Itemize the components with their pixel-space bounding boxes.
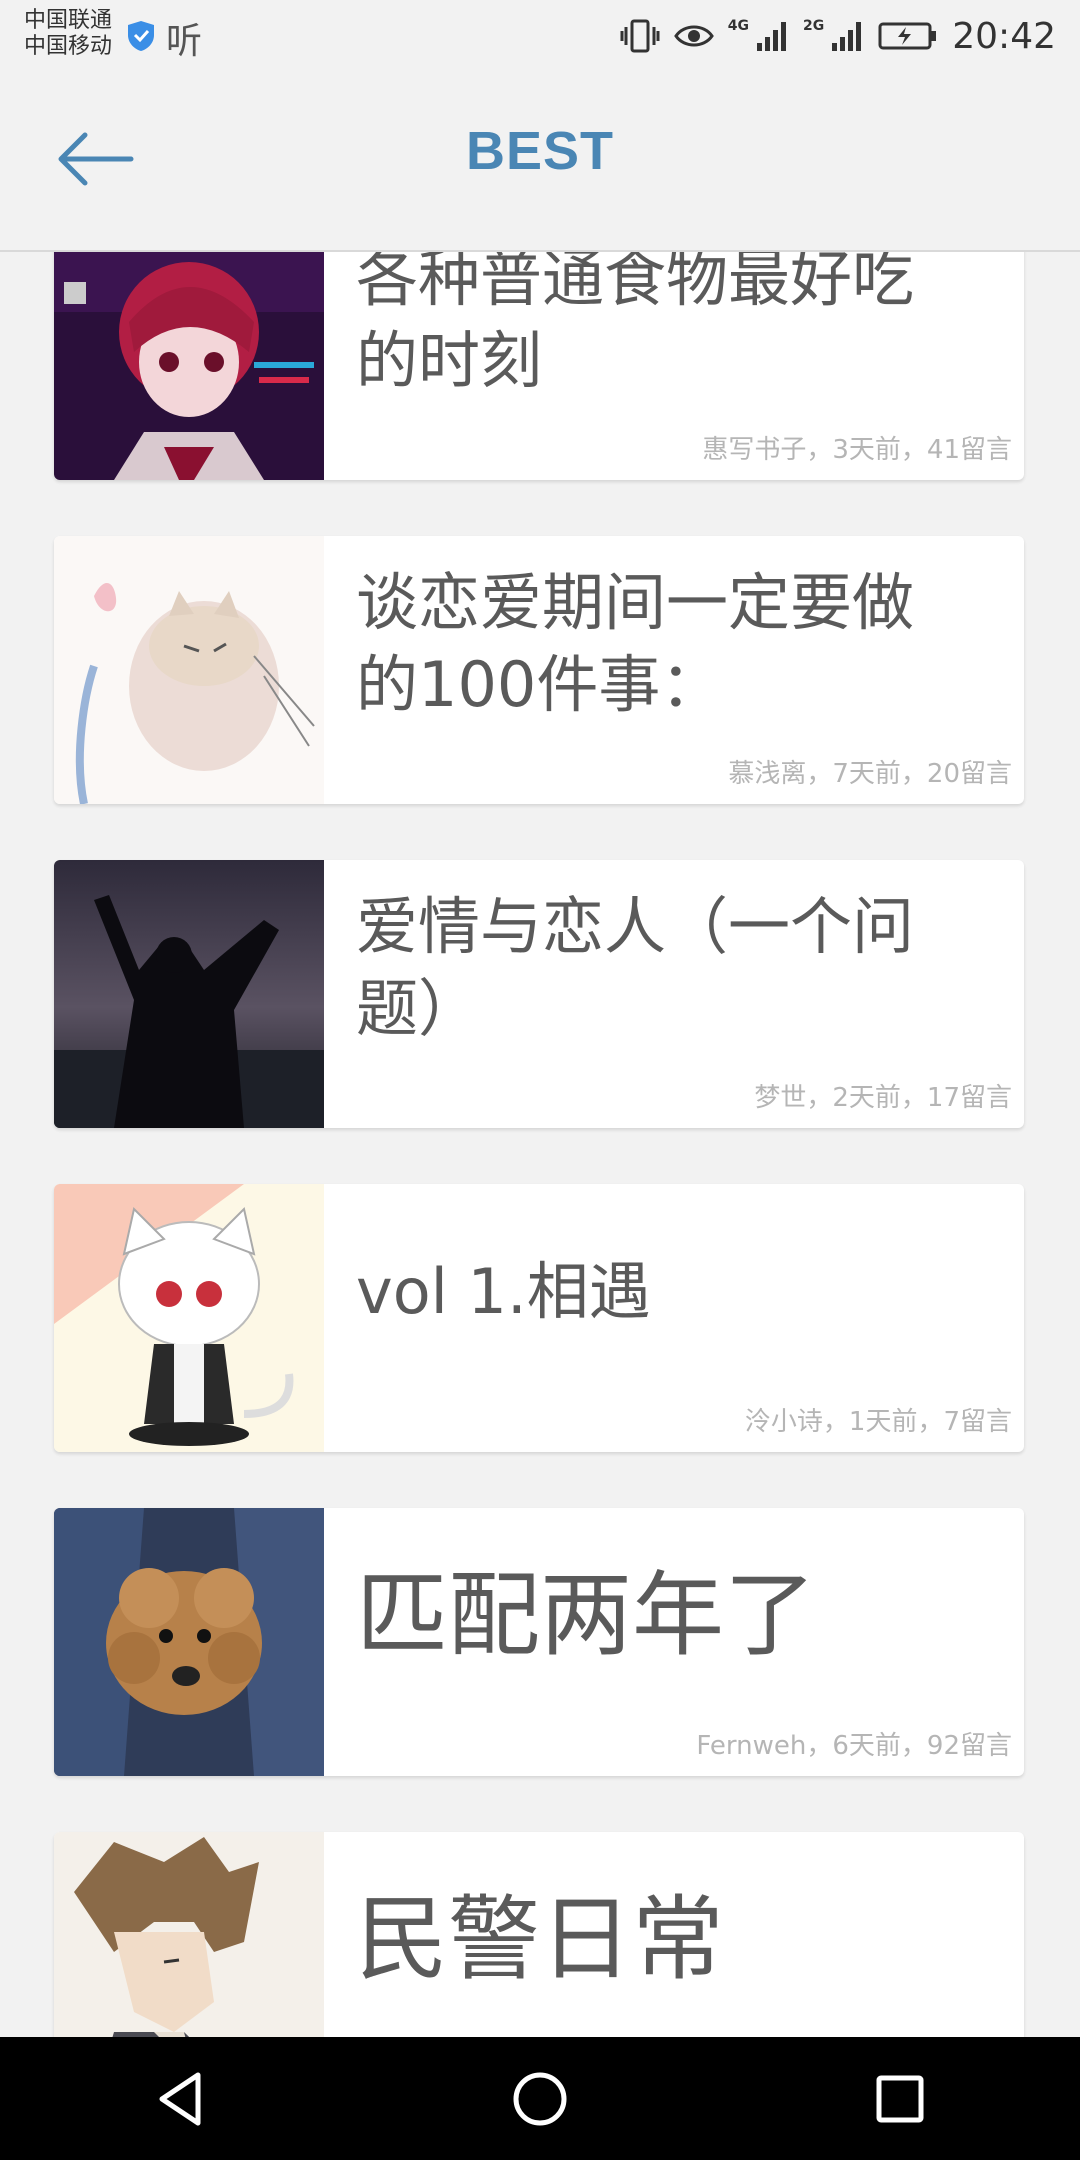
signal-icon-2 xyxy=(832,22,862,51)
post-thumbnail xyxy=(54,536,324,804)
post-thumbnail xyxy=(54,1832,324,2037)
signal-icon-1 xyxy=(757,22,787,51)
carrier-2: 中国移动 xyxy=(24,34,113,59)
post-title: 谈恋爱期间一定要做的100件事： xyxy=(356,565,915,721)
nav-recents-button[interactable] xyxy=(840,2039,960,2159)
post-meta: 泠小诗，1天前，7留言 xyxy=(744,1407,1012,1437)
battery-icon xyxy=(878,22,937,50)
status-icons: 4G 2G 20:42 xyxy=(620,10,1056,62)
shield-icon xyxy=(128,21,154,51)
square-recents-icon xyxy=(876,2075,924,2122)
post-meta: Fernweh，6天前，92留言 xyxy=(696,1731,1012,1761)
post-card[interactable]: 各种普通食物最好吃的时刻 惠写书子，3天前，41留言 xyxy=(54,252,1024,480)
clock: 20:42 xyxy=(952,15,1056,57)
app-bar: BEST xyxy=(0,72,1080,252)
system-nav-bar xyxy=(0,2037,1080,2160)
post-title: 匹配两年了 xyxy=(356,1561,817,1669)
post-meta: 梦世，2天前，17留言 xyxy=(754,1083,1012,1113)
post-thumbnail xyxy=(54,1508,324,1776)
post-thumbnail xyxy=(54,1184,324,1452)
post-list[interactable]: 各种普通食物最好吃的时刻 惠写书子，3天前，41留言 谈恋爱期间一定要做的100… xyxy=(0,252,1080,2037)
carrier-info: 中国联通 中国移动 xyxy=(24,8,112,60)
circle-home-icon xyxy=(513,2072,567,2125)
triangle-back-icon xyxy=(159,2072,201,2125)
carrier-1: 中国联通 xyxy=(24,8,113,33)
post-title: vol 1.相遇 xyxy=(356,1254,651,1328)
status-bar: 中国联通 中国移动 听 4G 2G 20:42 xyxy=(0,0,1080,72)
post-card[interactable]: 谈恋爱期间一定要做的100件事： 慕浅离，7天前，20留言 xyxy=(54,536,1024,804)
post-title: 民警日常 xyxy=(356,1885,725,1993)
post-meta: 惠写书子，3天前，41留言 xyxy=(702,435,1012,465)
nav-home-button[interactable] xyxy=(480,2039,600,2159)
post-card[interactable]: 爱情与恋人（一个问题） 梦世，2天前，17留言 xyxy=(54,860,1024,1128)
page-title: BEST xyxy=(465,121,615,181)
post-title: 爱情与恋人（一个问题） xyxy=(356,889,915,1045)
eye-icon xyxy=(673,25,714,47)
post-card[interactable]: 匹配两年了 Fernweh，6天前，92留言 xyxy=(54,1508,1024,1776)
vibrate-icon xyxy=(620,19,660,53)
network-type-1: 4G xyxy=(727,18,750,34)
network-type-2: 2G xyxy=(803,18,825,34)
nav-back-button[interactable] xyxy=(120,2039,240,2159)
post-card[interactable]: 民警日常 xyxy=(54,1832,1024,2037)
post-meta: 慕浅离，7天前，20留言 xyxy=(728,759,1012,789)
post-card[interactable]: vol 1.相遇 泠小诗，1天前，7留言 xyxy=(54,1184,1024,1452)
app-indicator: 听 xyxy=(166,21,203,62)
post-thumbnail xyxy=(54,252,324,480)
post-title: 各种普通食物最好吃的时刻 xyxy=(356,252,915,397)
post-thumbnail xyxy=(54,860,324,1128)
